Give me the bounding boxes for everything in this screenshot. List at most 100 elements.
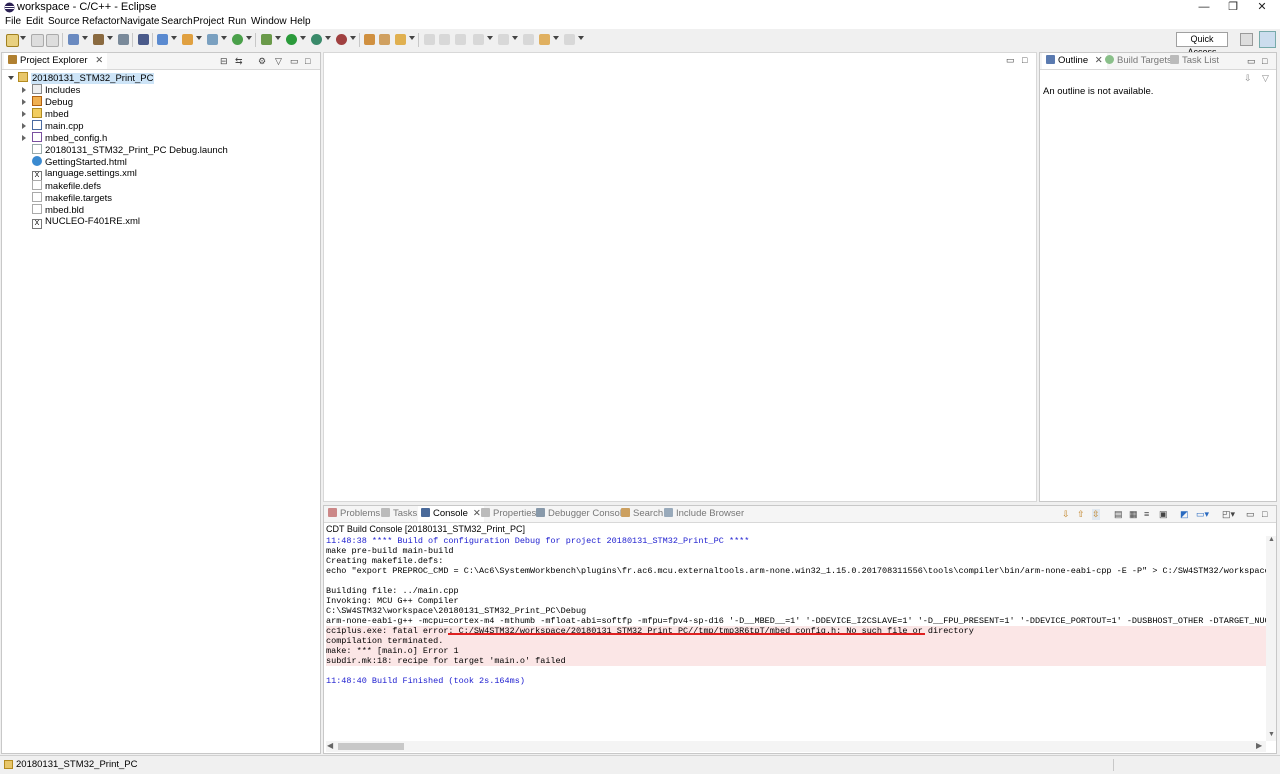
chevron-down-icon[interactable] xyxy=(196,36,202,40)
toggle-word-wrap-icon[interactable] xyxy=(455,34,466,45)
menu-source[interactable]: Source xyxy=(48,16,80,27)
tab-tasks[interactable]: Tasks xyxy=(381,506,417,522)
menu-navigate[interactable]: Navigate xyxy=(120,16,159,27)
back-icon[interactable] xyxy=(539,34,550,45)
menu-search[interactable]: Search xyxy=(161,16,193,27)
minimize-view-icon[interactable]: ▭ xyxy=(290,56,299,67)
save-icon[interactable] xyxy=(31,34,44,47)
tree-item[interactable]: Debug xyxy=(22,96,73,108)
chevron-right-icon[interactable] xyxy=(22,135,26,141)
menu-run[interactable]: Run xyxy=(228,16,246,27)
menu-file[interactable]: File xyxy=(5,16,21,27)
tab-problems[interactable]: Problems xyxy=(328,506,380,522)
close-icon[interactable]: ✕ xyxy=(473,508,481,519)
chevron-right-icon[interactable] xyxy=(22,123,26,129)
scroll-left-arrow-icon[interactable]: ◀ xyxy=(327,741,333,750)
run-icon[interactable] xyxy=(286,34,297,45)
menu-edit[interactable]: Edit xyxy=(26,16,43,27)
new-file-icon[interactable] xyxy=(232,34,243,45)
chevron-down-icon[interactable] xyxy=(20,36,26,40)
view-menu-icon[interactable]: ▽ xyxy=(1262,73,1269,84)
chevron-down-icon[interactable] xyxy=(82,36,88,40)
clear-console-icon[interactable]: ▦ xyxy=(1129,509,1138,520)
maximize-view-icon[interactable]: □ xyxy=(1022,55,1027,65)
menu-refactor[interactable]: Refactor xyxy=(82,16,120,27)
pin-icon[interactable] xyxy=(138,34,149,45)
word-wrap-icon[interactable]: ≡ xyxy=(1144,509,1149,519)
toggle-mark-icon[interactable] xyxy=(424,34,435,45)
minimize-view-icon[interactable]: ▭ xyxy=(1006,55,1015,66)
minimize-view-icon[interactable]: ▭ xyxy=(1246,509,1255,520)
build-config-icon[interactable] xyxy=(68,34,79,45)
display-console-icon[interactable]: ◩ xyxy=(1180,509,1189,520)
menu-window[interactable]: Window xyxy=(251,16,287,27)
chevron-down-icon[interactable] xyxy=(8,76,14,80)
build-all-icon[interactable] xyxy=(118,34,129,45)
chevron-down-icon[interactable] xyxy=(350,36,356,40)
open-perspective-icon[interactable] xyxy=(1240,33,1253,46)
tab-debugger-console[interactable]: Debugger Console xyxy=(536,506,627,522)
new-console-icon[interactable]: ◰▾ xyxy=(1222,509,1235,520)
tree-item[interactable]: Includes xyxy=(22,84,80,96)
build-hammer-icon[interactable] xyxy=(93,34,104,45)
open-type-icon[interactable] xyxy=(364,34,375,45)
tab-outline[interactable]: Outline ✕ xyxy=(1042,53,1107,69)
forward-icon[interactable] xyxy=(564,34,575,45)
maximize-view-icon[interactable]: □ xyxy=(1262,509,1267,519)
previous-annotation-icon[interactable] xyxy=(498,34,509,45)
editor-area[interactable]: ▭ □ xyxy=(323,52,1037,502)
tree-item[interactable]: mbed xyxy=(22,108,69,120)
pin-console-icon[interactable]: ▣ xyxy=(1159,509,1168,520)
menu-project[interactable]: Project xyxy=(193,16,224,27)
horizontal-scrollbar[interactable]: ◀ ▶ xyxy=(326,741,1266,752)
close-icon[interactable]: ✕ xyxy=(95,55,103,66)
chevron-right-icon[interactable] xyxy=(22,99,26,105)
scroll-up-icon[interactable]: ⇧ xyxy=(1077,509,1085,520)
scroll-down-icon[interactable]: ⇩ xyxy=(1062,509,1070,520)
filter-icon[interactable]: ⚙ xyxy=(258,56,266,67)
open-console-icon[interactable]: ▭▾ xyxy=(1196,509,1209,520)
last-edit-icon[interactable] xyxy=(523,34,534,45)
chevron-down-icon[interactable] xyxy=(487,36,493,40)
toggle-block-icon[interactable] xyxy=(439,34,450,45)
search-icon[interactable] xyxy=(395,34,406,45)
chevron-right-icon[interactable] xyxy=(22,111,26,117)
cpp-perspective-icon[interactable] xyxy=(1259,31,1276,48)
tree-item[interactable]: 20180131_STM32_Print_PC Debug.launch xyxy=(32,144,228,156)
chevron-down-icon[interactable] xyxy=(553,36,559,40)
run-external-icon[interactable] xyxy=(311,34,322,45)
chevron-down-icon[interactable] xyxy=(171,36,177,40)
tree-item[interactable]: GettingStarted.html xyxy=(32,156,127,168)
tab-properties[interactable]: Properties xyxy=(481,506,536,522)
view-menu-icon[interactable]: ▽ xyxy=(275,56,282,67)
chevron-down-icon[interactable] xyxy=(409,36,415,40)
chevron-down-icon[interactable] xyxy=(246,36,252,40)
tab-task-list[interactable]: Task List xyxy=(1170,53,1219,69)
close-button[interactable]: ✕ xyxy=(1244,0,1280,15)
tab-console[interactable]: Console ✕ xyxy=(418,506,484,522)
tab-include-browser[interactable]: Include Browser xyxy=(664,506,744,522)
quick-access-field[interactable]: Quick Access xyxy=(1176,32,1228,57)
tab-project-explorer[interactable]: Project Explorer ✕ xyxy=(4,53,108,69)
horizontal-scroll-thumb[interactable] xyxy=(338,743,404,750)
save-all-icon[interactable] xyxy=(46,34,59,47)
scroll-down-arrow-icon[interactable]: ▼ xyxy=(1268,731,1275,738)
tree-item[interactable]: mbed.bld xyxy=(32,204,84,216)
maximize-view-icon[interactable]: □ xyxy=(305,56,310,66)
chevron-down-icon[interactable] xyxy=(107,36,113,40)
tab-build-targets[interactable]: Build Targets xyxy=(1105,53,1172,69)
tab-search[interactable]: Search xyxy=(621,506,663,522)
minimize-view-icon[interactable]: ▭ xyxy=(1247,56,1256,67)
chevron-down-icon[interactable] xyxy=(221,36,227,40)
chevron-right-icon[interactable] xyxy=(22,87,26,93)
next-annotation-icon[interactable] xyxy=(473,34,484,45)
chevron-down-icon[interactable] xyxy=(300,36,306,40)
scroll-up-arrow-icon[interactable]: ▲ xyxy=(1268,536,1275,543)
link-editor-icon[interactable]: ⇆ xyxy=(235,56,243,67)
external-tools-icon[interactable] xyxy=(336,34,347,45)
chevron-down-icon[interactable] xyxy=(578,36,584,40)
scroll-right-arrow-icon[interactable]: ▶ xyxy=(1256,741,1262,750)
tree-item[interactable]: makefile.targets xyxy=(32,192,112,204)
debug-bug-icon[interactable] xyxy=(261,34,272,45)
tree-item[interactable]: mbed_config.h xyxy=(22,132,107,144)
